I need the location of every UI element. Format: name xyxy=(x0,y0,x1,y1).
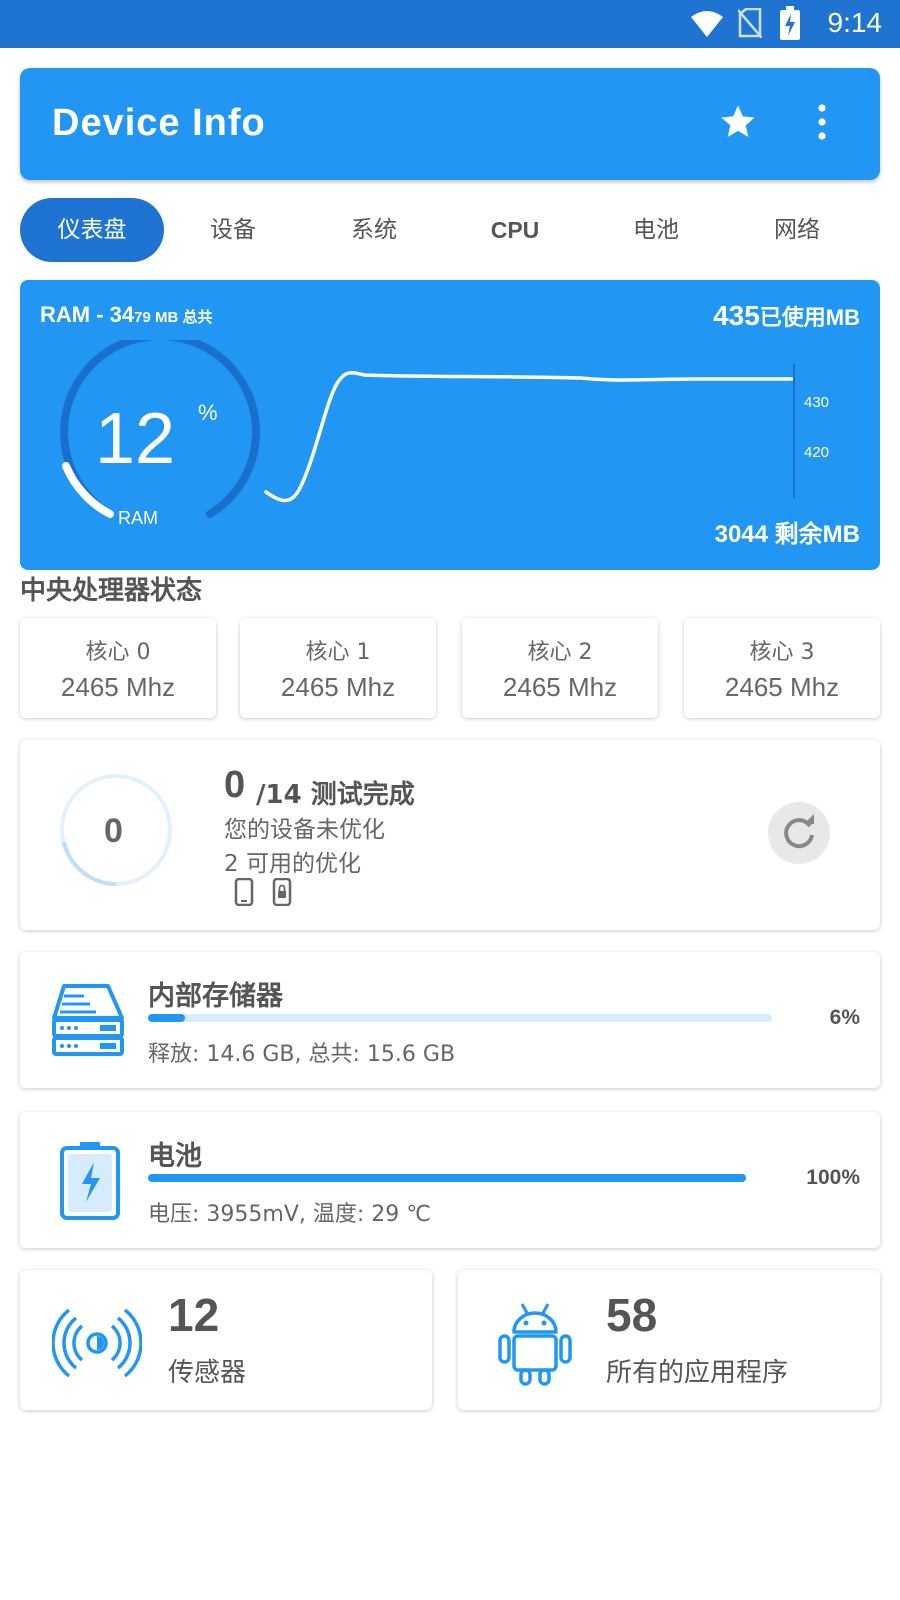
battery-progress-bar xyxy=(148,1174,746,1182)
core-card[interactable]: 核心 2 2465 Mhz xyxy=(462,618,658,718)
lock-screen-icon xyxy=(272,878,292,906)
ram-card[interactable]: RAM - 3479 MB 总共 435已使用MB 3044 剩余MB 12 %… xyxy=(20,280,880,570)
no-sim-icon xyxy=(738,8,762,38)
core-frequency: 2465 Mhz xyxy=(280,672,396,702)
status-bar: 9:14 xyxy=(0,0,900,48)
available-optimizations: 2 可用的优化 xyxy=(224,851,361,877)
tests-completed-count: 0 xyxy=(224,764,246,806)
core-frequency: 2465 Mhz xyxy=(502,672,618,702)
storage-detail: 释放: 14.6 GB, 总共: 15.6 GB xyxy=(148,1042,456,1067)
core-card[interactable]: 核心 1 2465 Mhz xyxy=(240,618,436,718)
sensors-card[interactable]: 12 传感器 xyxy=(20,1270,432,1410)
storage-title: 内部存储器 xyxy=(148,981,283,1012)
tab-bar: 仪表盘 设备 系统 CPU 电池 网络 xyxy=(20,198,880,262)
battery-detail: 电压: 3955mV, 温度: 29 ℃ xyxy=(148,1202,431,1227)
battery-title: 电池 xyxy=(148,1141,202,1172)
app-bar: Device Info xyxy=(20,68,880,180)
optimization-score: 0 xyxy=(104,812,123,850)
sensors-label: 传感器 xyxy=(168,1358,247,1388)
tab-battery[interactable]: 电池 xyxy=(584,198,728,262)
more-vert-icon[interactable] xyxy=(812,102,832,142)
ram-total-small: 79 MB 总共 xyxy=(134,309,213,326)
graph-tick-420: 420 xyxy=(804,444,830,461)
android-icon xyxy=(498,1303,572,1386)
sensors-count: 12 xyxy=(168,1289,220,1341)
ram-percent-sign: % xyxy=(198,400,218,425)
storage-drive-icon xyxy=(52,984,124,1056)
cpu-section-title: 中央处理器状态 xyxy=(20,576,203,606)
core-card[interactable]: 核心 3 2465 Mhz xyxy=(684,618,880,718)
sensor-icon xyxy=(52,1308,142,1378)
tab-cpu[interactable]: CPU xyxy=(443,198,587,262)
storage-progress-fill xyxy=(148,1014,186,1022)
ram-used-value: 435 xyxy=(713,300,760,331)
apps-label: 所有的应用程序 xyxy=(606,1358,789,1388)
tab-system[interactable]: 系统 xyxy=(302,198,446,262)
core-name: 核心 2 xyxy=(527,640,593,665)
storage-progress-bar xyxy=(148,1014,772,1022)
ram-used-unit: 已使用MB xyxy=(759,305,860,330)
core-card[interactable]: 核心 0 2465 Mhz xyxy=(20,618,216,718)
phone-icon xyxy=(234,878,254,906)
core-name: 核心 1 xyxy=(305,640,371,665)
battery-percent: 100% xyxy=(806,1166,860,1189)
ram-used-label: 435已使用MB xyxy=(713,300,860,332)
tab-network[interactable]: 网络 xyxy=(725,198,869,262)
apps-card[interactable]: 58 所有的应用程序 xyxy=(458,1270,880,1410)
core-name: 核心 3 xyxy=(749,640,815,665)
wifi-icon xyxy=(691,11,723,37)
battery-card[interactable]: 电池 100% 电压: 3955mV, 温度: 29 ℃ xyxy=(20,1112,880,1248)
core-frequency: 2465 Mhz xyxy=(724,672,840,702)
storage-card[interactable]: 内部存储器 6% 释放: 14.6 GB, 总共: 15.6 GB xyxy=(20,952,880,1088)
ram-percent-value: 12 xyxy=(95,399,176,479)
optimization-status: 您的设备未优化 xyxy=(224,817,385,843)
core-frequency: 2465 Mhz xyxy=(60,672,176,702)
ram-total-label: RAM - 3479 MB 总共 xyxy=(40,302,212,328)
tests-total-label: /14 测试完成 xyxy=(256,780,415,810)
tab-device[interactable]: 设备 xyxy=(161,198,305,262)
status-time: 9:14 xyxy=(827,7,883,38)
app-title: Device Info xyxy=(52,102,266,144)
ram-usage-graph xyxy=(264,364,795,503)
ram-total-main: RAM - 34 xyxy=(40,302,135,327)
ram-free-label: 3044 剩余MB xyxy=(714,521,860,548)
storage-percent: 6% xyxy=(829,1006,860,1029)
battery-icon xyxy=(60,1142,120,1220)
refresh-icon xyxy=(784,814,814,849)
apps-count: 58 xyxy=(606,1289,658,1341)
star-icon[interactable] xyxy=(718,102,758,142)
refresh-button[interactable] xyxy=(768,802,830,864)
graph-tick-430: 430 xyxy=(804,394,830,411)
battery-charging-icon xyxy=(780,6,800,40)
optimization-card[interactable]: 0 0 /14 测试完成 您的设备未优化 2 可用的优化 xyxy=(20,740,880,930)
core-name: 核心 0 xyxy=(85,640,151,665)
tab-dashboard[interactable]: 仪表盘 xyxy=(20,198,164,262)
ram-gauge-label: RAM xyxy=(118,508,158,528)
battery-progress-fill xyxy=(148,1174,746,1182)
